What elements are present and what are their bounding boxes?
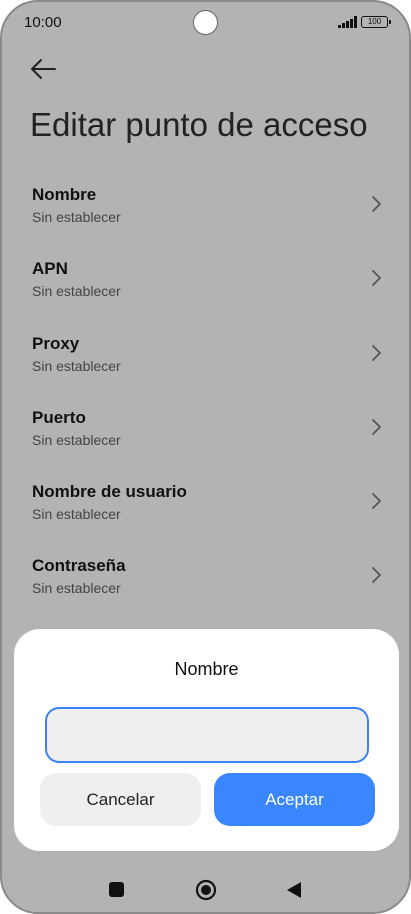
setting-label: Nombre de usuario — [32, 482, 187, 501]
signal-icon — [338, 16, 357, 28]
chevron-right-icon — [372, 196, 381, 212]
setting-item-nombre-de-usuario[interactable]: Nombre de usuario Sin establecer — [2, 469, 409, 543]
setting-item-puerto[interactable]: Puerto Sin establecer — [2, 395, 409, 469]
battery-icon: 100 — [361, 16, 391, 28]
setting-value: Sin establecer — [32, 358, 121, 374]
status-bar: 10:00 100 — [2, 2, 409, 42]
setting-value: Sin establecer — [32, 506, 121, 522]
setting-label: APN — [32, 259, 68, 278]
chevron-right-icon — [372, 345, 381, 361]
arrow-left-icon[interactable] — [28, 54, 58, 84]
navigation-bar — [2, 864, 409, 912]
back-triangle-icon[interactable] — [286, 881, 302, 899]
front-camera — [193, 10, 218, 35]
page-title: Editar punto de acceso — [30, 106, 368, 143]
name-input[interactable] — [45, 707, 369, 763]
setting-item-proxy[interactable]: Proxy Sin establecer — [2, 321, 409, 395]
setting-value: Sin establecer — [32, 283, 121, 299]
setting-item-nombre[interactable]: Nombre Sin establecer — [2, 172, 409, 246]
cancel-button[interactable]: Cancelar — [40, 773, 201, 826]
setting-label: Puerto — [32, 408, 86, 427]
home-circle-icon[interactable] — [195, 879, 217, 901]
setting-item-apn[interactable]: APN Sin establecer — [2, 246, 409, 320]
phone-screen: 10:00 100 Editar punto de acceso Nombre … — [0, 0, 411, 914]
chevron-right-icon — [372, 270, 381, 286]
setting-value: Sin establecer — [32, 580, 121, 596]
setting-label: Nombre — [32, 185, 97, 204]
accept-button[interactable]: Aceptar — [214, 773, 375, 826]
recents-square-icon[interactable] — [109, 882, 124, 897]
chevron-right-icon — [372, 419, 381, 435]
setting-label: Contraseña — [32, 556, 126, 575]
setting-item-contrasena[interactable]: Contraseña Sin establecer — [2, 543, 409, 617]
name-dialog: Nombre Cancelar Aceptar — [14, 629, 399, 851]
chevron-right-icon — [372, 493, 381, 509]
dialog-title: Nombre — [174, 659, 239, 679]
setting-label: Proxy — [32, 334, 80, 353]
setting-value: Sin establecer — [32, 432, 121, 448]
chevron-right-icon — [372, 567, 381, 583]
setting-value: Sin establecer — [32, 209, 121, 225]
status-time: 10:00 — [24, 14, 62, 31]
